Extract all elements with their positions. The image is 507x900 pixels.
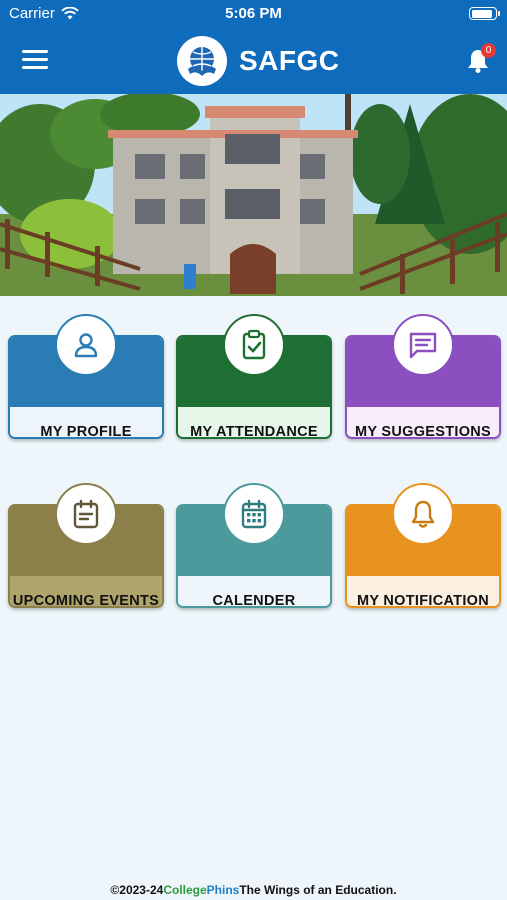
my-notification-tile[interactable]: MY NOTIFICATION <box>345 483 501 608</box>
upcoming-events-tile[interactable]: UPCOMING EVENTS <box>8 483 164 608</box>
calendar-icon <box>223 483 285 545</box>
message-icon <box>392 314 454 376</box>
menu-bar-line <box>22 66 48 69</box>
note-icon <box>55 483 117 545</box>
copyright-prefix: ©2023-24 <box>110 883 164 897</box>
brand-college: College <box>163 883 207 897</box>
notification-button[interactable]: 0 <box>466 43 496 74</box>
calender-tile[interactable]: CALENDER <box>176 483 332 608</box>
status-bar: Carrier 5:06 PM <box>0 0 507 28</box>
my-profile-tile[interactable]: MY PROFILE <box>8 314 164 439</box>
campus-banner-image <box>0 94 507 296</box>
bell-icon <box>392 483 454 545</box>
menu-button[interactable] <box>22 50 48 70</box>
brand: SAFGC <box>177 36 340 86</box>
tile-label: MY SUGGESTIONS <box>347 407 499 437</box>
status-time: 5:06 PM <box>225 5 282 22</box>
tile-label: MY ATTENDANCE <box>178 407 330 437</box>
my-attendance-tile[interactable]: MY ATTENDANCE <box>176 314 332 439</box>
my-suggestions-tile[interactable]: MY SUGGESTIONS <box>345 314 501 439</box>
college-logo <box>177 36 227 86</box>
tile-label: CALENDER <box>178 576 330 606</box>
battery-icon <box>469 7 500 20</box>
clipboard-check-icon <box>223 314 285 376</box>
brand-phins: Phins <box>206 883 240 897</box>
footer-copyright: ©2023-24CollegePhinsThe Wings of an Educ… <box>0 883 507 897</box>
menu-bar-line <box>22 50 48 53</box>
app-title: SAFGC <box>239 45 340 76</box>
tile-label: UPCOMING EVENTS <box>10 576 162 606</box>
user-icon <box>55 314 117 376</box>
notification-badge: 0 <box>481 43 496 58</box>
app-bar: Carrier 5:06 PM SAFGC 0 <box>0 0 507 94</box>
tile-label: MY NOTIFICATION <box>347 576 499 606</box>
footer-tagline: The Wings of an Education. <box>239 883 397 897</box>
menu-bar-line <box>22 58 48 61</box>
tile-label: MY PROFILE <box>10 407 162 437</box>
